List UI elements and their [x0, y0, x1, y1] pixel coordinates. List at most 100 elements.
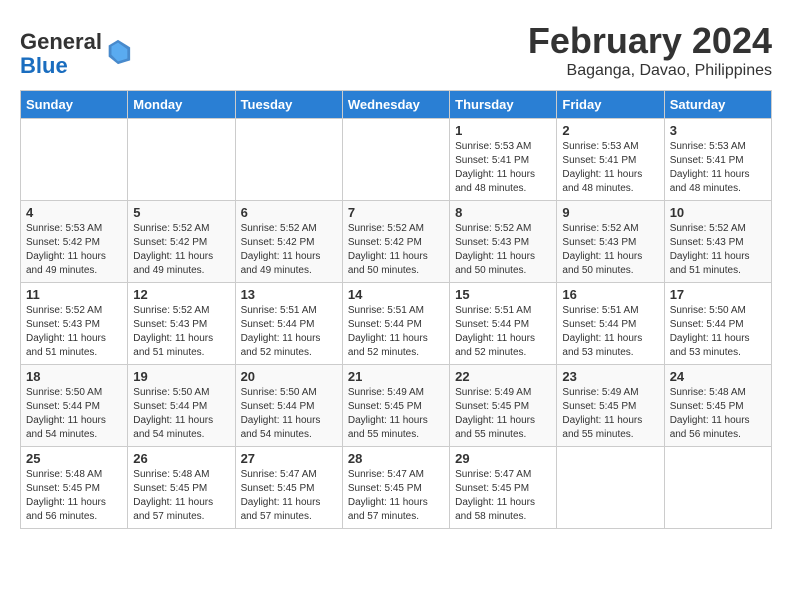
day-info: Sunrise: 5:52 AMSunset: 5:43 PMDaylight:… [455, 222, 551, 278]
day-info: Sunrise: 5:53 AMSunset: 5:42 PMDaylight:… [26, 222, 122, 278]
calendar-cell: 16Sunrise: 5:51 AMSunset: 5:44 PMDayligh… [557, 283, 664, 365]
calendar-cell: 11 Sunrise: 5:52 AMSunset: 5:43 PMDayligh… [21, 283, 128, 365]
day-number: 21 [348, 369, 444, 384]
calendar-week-row: 18 Sunrise: 5:50 AMSunset: 5:44 PMDayligh… [21, 365, 772, 447]
subtitle: Baganga, Davao, Philippines [528, 62, 772, 80]
day-number: 10 [670, 205, 766, 220]
main-title: February 2024 [528, 20, 772, 62]
calendar-cell: 29 Sunrise: 5:47 AMSunset: 5:45 PMDayligh… [450, 447, 557, 529]
day-info: Sunrise: 5:50 AMSunset: 5:44 PMDaylight:… [133, 386, 229, 442]
calendar-cell: 7 Sunrise: 5:52 AMSunset: 5:42 PMDaylight… [342, 201, 449, 283]
day-number: 17 [670, 287, 766, 302]
calendar-day-header: Tuesday [235, 91, 342, 119]
day-number: 23 [562, 369, 658, 384]
calendar-cell [128, 119, 235, 201]
day-number: 25 [26, 451, 122, 466]
day-number: 6 [241, 205, 337, 220]
day-info: Sunrise: 5:48 AMSunset: 5:45 PMDaylight:… [670, 386, 766, 442]
day-info: Sunrise: 5:51 AMSunset: 5:44 PMDaylight:… [562, 304, 658, 360]
calendar-cell: 25Sunrise: 5:48 AMSunset: 5:45 PMDayligh… [21, 447, 128, 529]
calendar-cell: 8 Sunrise: 5:52 AMSunset: 5:43 PMDaylight… [450, 201, 557, 283]
calendar-cell [664, 447, 771, 529]
calendar-cell [235, 119, 342, 201]
day-number: 1 [455, 123, 551, 138]
day-number: 4 [26, 205, 122, 220]
day-info: Sunrise: 5:49 AMSunset: 5:45 PMDaylight:… [562, 386, 658, 442]
calendar-cell: 18 Sunrise: 5:50 AMSunset: 5:44 PMDayligh… [21, 365, 128, 447]
title-section: February 2024 Baganga, Davao, Philippine… [528, 20, 772, 80]
day-number: 5 [133, 205, 229, 220]
calendar-cell: 12Sunrise: 5:52 AMSunset: 5:43 PMDayligh… [128, 283, 235, 365]
day-number: 28 [348, 451, 444, 466]
day-info: Sunrise: 5:50 AMSunset: 5:44 PMDaylight:… [241, 386, 337, 442]
day-number: 14 [348, 287, 444, 302]
calendar-week-row: 11 Sunrise: 5:52 AMSunset: 5:43 PMDayligh… [21, 283, 772, 365]
day-info: Sunrise: 5:52 AMSunset: 5:43 PMDaylight:… [133, 304, 229, 360]
logo: General Blue [20, 30, 132, 78]
day-info: Sunrise: 5:50 AMSunset: 5:44 PMDaylight:… [26, 386, 122, 442]
calendar-cell: 6 Sunrise: 5:52 AMSunset: 5:42 PMDaylight… [235, 201, 342, 283]
day-number: 29 [455, 451, 551, 466]
day-info: Sunrise: 5:52 AMSunset: 5:43 PMDaylight:… [562, 222, 658, 278]
calendar-cell: 24 Sunrise: 5:48 AMSunset: 5:45 PMDayligh… [664, 365, 771, 447]
calendar-cell: 9 Sunrise: 5:52 AMSunset: 5:43 PMDaylight… [557, 201, 664, 283]
calendar-header-row: SundayMondayTuesdayWednesdayThursdayFrid… [21, 91, 772, 119]
calendar-cell: 10 Sunrise: 5:52 AMSunset: 5:43 PMDayligh… [664, 201, 771, 283]
calendar-cell: 13Sunrise: 5:51 AMSunset: 5:44 PMDayligh… [235, 283, 342, 365]
day-number: 20 [241, 369, 337, 384]
day-info: Sunrise: 5:52 AMSunset: 5:42 PMDaylight:… [241, 222, 337, 278]
day-number: 27 [241, 451, 337, 466]
calendar-table: SundayMondayTuesdayWednesdayThursdayFrid… [20, 90, 772, 529]
logo-text: General Blue [20, 30, 102, 78]
calendar-cell: 4 Sunrise: 5:53 AMSunset: 5:42 PMDaylight… [21, 201, 128, 283]
calendar-cell: 20 Sunrise: 5:50 AMSunset: 5:44 PMDayligh… [235, 365, 342, 447]
day-info: Sunrise: 5:50 AMSunset: 5:44 PMDaylight:… [670, 304, 766, 360]
day-info: Sunrise: 5:47 AMSunset: 5:45 PMDaylight:… [455, 468, 551, 524]
day-number: 11 [26, 287, 122, 302]
day-number: 9 [562, 205, 658, 220]
calendar-cell: 17 Sunrise: 5:50 AMSunset: 5:44 PMDayligh… [664, 283, 771, 365]
day-number: 2 [562, 123, 658, 138]
day-info: Sunrise: 5:53 AMSunset: 5:41 PMDaylight:… [562, 140, 658, 196]
day-number: 26 [133, 451, 229, 466]
day-number: 24 [670, 369, 766, 384]
day-info: Sunrise: 5:52 AMSunset: 5:43 PMDaylight:… [670, 222, 766, 278]
calendar-cell [342, 119, 449, 201]
day-info: Sunrise: 5:53 AMSunset: 5:41 PMDaylight:… [670, 140, 766, 196]
day-number: 18 [26, 369, 122, 384]
calendar-cell [557, 447, 664, 529]
calendar-day-header: Thursday [450, 91, 557, 119]
day-info: Sunrise: 5:49 AMSunset: 5:45 PMDaylight:… [455, 386, 551, 442]
page-header: General Blue February 2024 Baganga, Dava… [20, 20, 772, 80]
calendar-week-row: 25Sunrise: 5:48 AMSunset: 5:45 PMDayligh… [21, 447, 772, 529]
day-info: Sunrise: 5:51 AMSunset: 5:44 PMDaylight:… [348, 304, 444, 360]
day-info: Sunrise: 5:53 AMSunset: 5:41 PMDaylight:… [455, 140, 551, 196]
calendar-cell: 28 Sunrise: 5:47 AMSunset: 5:45 PMDayligh… [342, 447, 449, 529]
day-info: Sunrise: 5:51 AMSunset: 5:44 PMDaylight:… [455, 304, 551, 360]
calendar-week-row: 4 Sunrise: 5:53 AMSunset: 5:42 PMDaylight… [21, 201, 772, 283]
calendar-cell: 1 Sunrise: 5:53 AMSunset: 5:41 PMDaylight… [450, 119, 557, 201]
day-info: Sunrise: 5:51 AMSunset: 5:44 PMDaylight:… [241, 304, 337, 360]
day-info: Sunrise: 5:52 AMSunset: 5:42 PMDaylight:… [348, 222, 444, 278]
calendar-cell: 23 Sunrise: 5:49 AMSunset: 5:45 PMDayligh… [557, 365, 664, 447]
calendar-day-header: Monday [128, 91, 235, 119]
calendar-week-row: 1 Sunrise: 5:53 AMSunset: 5:41 PMDaylight… [21, 119, 772, 201]
calendar-day-header: Sunday [21, 91, 128, 119]
calendar-day-header: Friday [557, 91, 664, 119]
day-number: 8 [455, 205, 551, 220]
day-number: 7 [348, 205, 444, 220]
calendar-cell: 26Sunrise: 5:48 AMSunset: 5:45 PMDayligh… [128, 447, 235, 529]
calendar-cell: 5 Sunrise: 5:52 AMSunset: 5:42 PMDaylight… [128, 201, 235, 283]
day-info: Sunrise: 5:49 AMSunset: 5:45 PMDaylight:… [348, 386, 444, 442]
day-info: Sunrise: 5:47 AMSunset: 5:45 PMDaylight:… [348, 468, 444, 524]
calendar-cell: 19 Sunrise: 5:50 AMSunset: 5:44 PMDayligh… [128, 365, 235, 447]
calendar-cell [21, 119, 128, 201]
day-number: 19 [133, 369, 229, 384]
logo-icon [104, 38, 132, 66]
calendar-cell: 14 Sunrise: 5:51 AMSunset: 5:44 PMDayligh… [342, 283, 449, 365]
day-info: Sunrise: 5:52 AMSunset: 5:43 PMDaylight:… [26, 304, 122, 360]
calendar-cell: 15Sunrise: 5:51 AMSunset: 5:44 PMDayligh… [450, 283, 557, 365]
day-info: Sunrise: 5:52 AMSunset: 5:42 PMDaylight:… [133, 222, 229, 278]
calendar-cell: 3Sunrise: 5:53 AMSunset: 5:41 PMDaylight… [664, 119, 771, 201]
calendar-day-header: Wednesday [342, 91, 449, 119]
